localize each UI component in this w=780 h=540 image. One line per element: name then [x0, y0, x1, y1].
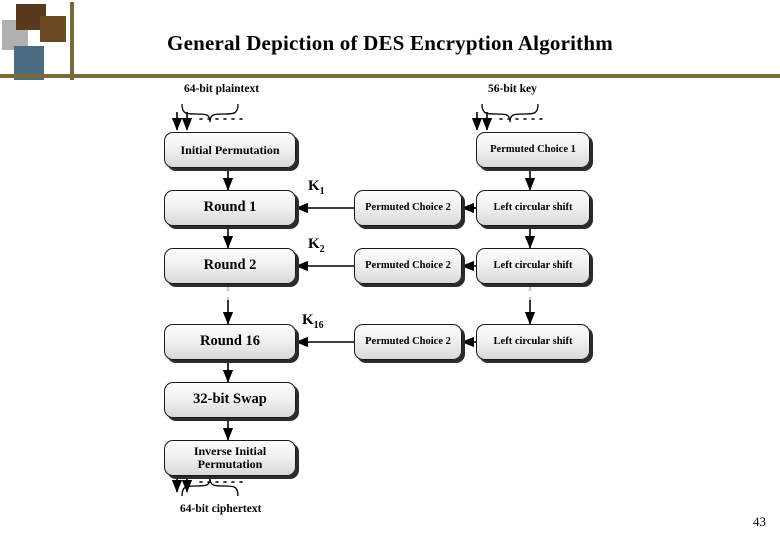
key-tag-k2-base: K: [308, 236, 320, 252]
page-title: General Depiction of DES Encryption Algo…: [167, 31, 613, 55]
box-left-circular-shift-2[interactable]: Left circular shift: [476, 248, 590, 284]
key-tag-k16-base: K: [302, 312, 314, 328]
box-permuted-choice-2-1[interactable]: Permuted Choice 2: [354, 190, 462, 226]
des-encryption-diagram: 64-bit plaintext 56-bit key Initial Perm…: [150, 78, 630, 533]
box-32-bit-swap[interactable]: 32-bit Swap: [164, 382, 296, 418]
key-tag-k2: K2: [308, 236, 325, 255]
label-key: 56-bit key: [488, 83, 537, 95]
box-permuted-choice-1[interactable]: Permuted Choice 1: [476, 132, 590, 168]
key-tag-k1-sub: 1: [319, 186, 325, 197]
key-tag-k16: K16: [302, 312, 324, 331]
box-permuted-choice-2-2[interactable]: Permuted Choice 2: [354, 248, 462, 284]
page-number: 43: [753, 514, 766, 529]
box-round-16[interactable]: Round 16: [164, 324, 296, 360]
box-initial-permutation[interactable]: Initial Permutation: [164, 132, 296, 168]
box-inverse-initial-permutation[interactable]: Inverse Initial Permutation: [164, 440, 296, 476]
box-left-circular-shift-1[interactable]: Left circular shift: [476, 190, 590, 226]
label-ciphertext: 64-bit ciphertext: [180, 503, 262, 515]
box-round-1[interactable]: Round 1: [164, 190, 296, 226]
key-tag-k16-sub: 16: [313, 320, 324, 331]
box-permuted-choice-2-3[interactable]: Permuted Choice 2: [354, 324, 462, 360]
box-round-2[interactable]: Round 2: [164, 248, 296, 284]
box-left-circular-shift-3[interactable]: Left circular shift: [476, 324, 590, 360]
key-tag-k1: K1: [308, 178, 325, 197]
key-tag-k1-base: K: [308, 178, 320, 194]
key-tag-k2-sub: 2: [319, 244, 325, 255]
label-plaintext: 64-bit plaintext: [184, 83, 260, 95]
